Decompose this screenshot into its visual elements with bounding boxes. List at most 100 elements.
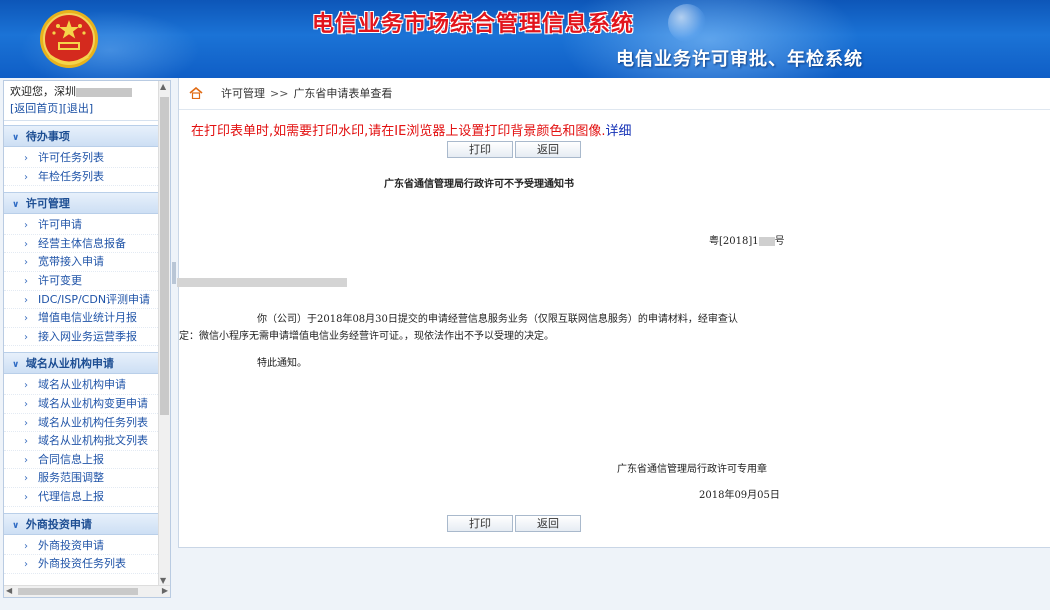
sidebar-item-annual-tasks[interactable]: › 年检任务列表 xyxy=(4,168,170,187)
chevron-right-icon: › xyxy=(24,257,28,269)
breadcrumb-root[interactable]: 许可管理 xyxy=(221,87,265,100)
chevron-right-icon: › xyxy=(24,436,28,448)
sidebar-group-label: 许可管理 xyxy=(25,197,70,211)
sidebar-item-label: 域名从业机构申请 xyxy=(38,378,126,392)
scrollbar-thumb[interactable] xyxy=(18,588,138,595)
chevron-right-icon: › xyxy=(24,398,28,410)
document-title: 广东省通信管理局行政许可不予受理通知书 xyxy=(384,179,574,190)
chevron-right-icon: › xyxy=(24,238,28,250)
sidebar-item-scope-adjust[interactable]: › 服务范围调整 xyxy=(4,469,170,488)
chevron-right-icon: › xyxy=(24,473,28,485)
print-notice: 在打印表单时,如需要打印水印,请在IE浏览器上设置打印背景颜色和图像.详细 xyxy=(191,120,631,139)
scroll-up-icon[interactable]: ▲ xyxy=(160,82,166,91)
sidebar-item-idc-eval[interactable]: › IDC/ISP/CDN评测申请 xyxy=(4,291,170,310)
sidebar: 欢迎您，深圳 [返回首页][退出] ∨ 待办事项 › 许可任务列表 › 年检任务列表… xyxy=(3,80,171,598)
sidebar-group-foreign: ∨ 外商投资申请 › 外商投资申请 › 外商投资任务列表 xyxy=(4,512,170,576)
document-signer: 广东省通信管理局行政许可专用章 xyxy=(617,464,767,475)
chevron-down-icon: ∨ xyxy=(12,200,20,211)
app-header: 电信业务市场综合管理信息系统 电信业务许可审批、年检系统 xyxy=(0,0,1050,78)
breadcrumb-current: 广东省申请表单查看 xyxy=(293,87,393,100)
document-date: 2018年09月05日 xyxy=(699,490,780,501)
detail-link[interactable]: 详细 xyxy=(605,124,631,139)
sidebar-item-label: 增值电信业统计月报 xyxy=(38,311,137,325)
chevron-right-icon: › xyxy=(24,491,28,503)
sidebar-item-contract-report[interactable]: › 合同信息上报 xyxy=(4,451,170,470)
sidebar-item-broadband-apply[interactable]: › 宽带接入申请 xyxy=(4,253,170,272)
sidebar-vertical-scrollbar[interactable]: ▲ ▼ xyxy=(158,81,170,587)
sidebar-item-license-tasks[interactable]: › 许可任务列表 xyxy=(4,149,170,168)
sidebar-item-label: 经营主体信息报备 xyxy=(38,236,126,250)
sidebar-item-label: IDC/ISP/CDN评测申请 xyxy=(38,292,151,306)
document-number: 粤[2018]1 号 xyxy=(709,232,785,247)
document-number-prefix: 粤[2018]1 xyxy=(709,236,759,247)
sidebar-item-label: 域名从业机构任务列表 xyxy=(38,415,148,429)
sidebar-item-entity-report[interactable]: › 经营主体信息报备 xyxy=(4,235,170,254)
sidebar-item-label: 服务范围调整 xyxy=(38,471,104,485)
scroll-left-icon[interactable]: ◀ xyxy=(6,586,12,595)
chevron-right-icon: › xyxy=(24,417,28,429)
welcome-line: 欢迎您，深圳 xyxy=(10,83,164,100)
breadcrumb-separator: >> xyxy=(270,87,289,100)
sidebar-group-domain: ∨ 域名从业机构申请 › 域名从业机构申请 › 域名从业机构变更申请 › 域名从业机构… xyxy=(4,352,170,508)
chevron-right-icon: › xyxy=(24,454,28,466)
splitter-handle[interactable] xyxy=(172,262,176,284)
sidebar-item-label: 代理信息上报 xyxy=(38,489,104,503)
sidebar-item-quarterly-report[interactable]: › 接入网业务运营季报 xyxy=(4,328,170,347)
chevron-down-icon: ∨ xyxy=(12,133,20,143)
document-body-line: 定：微信小程序无需申请增值电信业务经营许可证。，现依法作出不予以受理的决定。 xyxy=(179,331,554,342)
sidebar-item-label: 外商投资申请 xyxy=(38,538,104,552)
redacted-recipient xyxy=(177,278,347,287)
chevron-right-icon: › xyxy=(24,294,28,306)
sidebar-item-license-apply[interactable]: › 许可申请 xyxy=(4,216,170,235)
sidebar-group-header[interactable]: ∨ 域名从业机构申请 xyxy=(4,352,170,375)
sidebar-group-header[interactable]: ∨ 外商投资申请 xyxy=(4,512,170,535)
print-button-top[interactable]: 打印 xyxy=(447,141,513,158)
chevron-right-icon: › xyxy=(24,275,28,287)
sidebar-item-foreign-tasks[interactable]: › 外商投资任务列表 xyxy=(4,555,170,574)
app-title: 电信业务市场综合管理信息系统 xyxy=(312,11,635,37)
chevron-right-icon: › xyxy=(24,559,28,571)
sidebar-group-header[interactable]: ∨ 待办事项 xyxy=(4,125,170,147)
app-subtitle: 电信业务许可审批、年检系统 xyxy=(616,49,863,70)
sidebar-item-label: 合同信息上报 xyxy=(38,452,104,466)
sidebar-item-monthly-report[interactable]: › 增值电信业统计月报 xyxy=(4,309,170,328)
bottom-button-row: 打印 返回 xyxy=(447,515,583,532)
chevron-down-icon: ∨ xyxy=(12,520,20,531)
redacted-username xyxy=(76,87,132,97)
sidebar-item-domain-apply[interactable]: › 域名从业机构申请 xyxy=(4,376,170,395)
sidebar-item-domain-approvals[interactable]: › 域名从业机构批文列表 xyxy=(4,432,170,451)
sidebar-item-domain-tasks[interactable]: › 域名从业机构任务列表 xyxy=(4,414,170,433)
header-globe-decoration xyxy=(668,4,706,42)
sidebar-item-foreign-apply[interactable]: › 外商投资申请 xyxy=(4,537,170,556)
chevron-right-icon: › xyxy=(24,220,28,232)
chevron-right-icon: › xyxy=(24,380,28,392)
sidebar-item-label: 许可任务列表 xyxy=(38,151,104,164)
back-button-bottom[interactable]: 返回 xyxy=(515,515,581,532)
sidebar-item-label: 接入网业务运营季报 xyxy=(38,329,137,343)
document-number-suffix: 号 xyxy=(774,236,785,247)
chevron-down-icon: ∨ xyxy=(12,360,20,371)
sidebar-item-domain-change[interactable]: › 域名从业机构变更申请 xyxy=(4,395,170,414)
document-body-line: 你（公司）于2018年08月30日提交的申请经营信息服务业务（仅限互联网信息服务… xyxy=(257,314,738,325)
scroll-down-icon[interactable]: ▼ xyxy=(160,576,166,585)
sidebar-item-label: 域名从业机构变更申请 xyxy=(38,396,148,410)
chevron-right-icon: › xyxy=(24,313,28,325)
print-button-bottom[interactable]: 打印 xyxy=(447,515,513,532)
home-icon[interactable] xyxy=(189,87,203,99)
return-home-link[interactable]: [返回首页] xyxy=(10,102,63,115)
sidebar-item-agent-report[interactable]: › 代理信息上报 xyxy=(4,488,170,507)
sidebar-group-header[interactable]: ∨ 许可管理 xyxy=(4,192,170,215)
user-panel: 欢迎您，深圳 [返回首页][退出] xyxy=(4,81,170,121)
sidebar-item-license-change[interactable]: › 许可变更 xyxy=(4,272,170,291)
logout-link[interactable]: [退出] xyxy=(63,102,94,115)
back-button-top[interactable]: 返回 xyxy=(515,141,581,158)
sidebar-group-label: 外商投资申请 xyxy=(25,517,92,531)
scrollbar-thumb[interactable] xyxy=(160,97,169,415)
sidebar-horizontal-scrollbar[interactable]: ◀ ▶ xyxy=(4,585,170,597)
national-emblem-icon xyxy=(40,10,98,68)
document-closing: 特此通知。 xyxy=(257,358,307,369)
scroll-right-icon[interactable]: ▶ xyxy=(162,586,168,595)
sidebar-group-label: 域名从业机构申请 xyxy=(25,357,114,371)
sidebar-item-label: 许可申请 xyxy=(38,218,82,232)
top-button-row: 打印 返回 xyxy=(447,141,583,158)
